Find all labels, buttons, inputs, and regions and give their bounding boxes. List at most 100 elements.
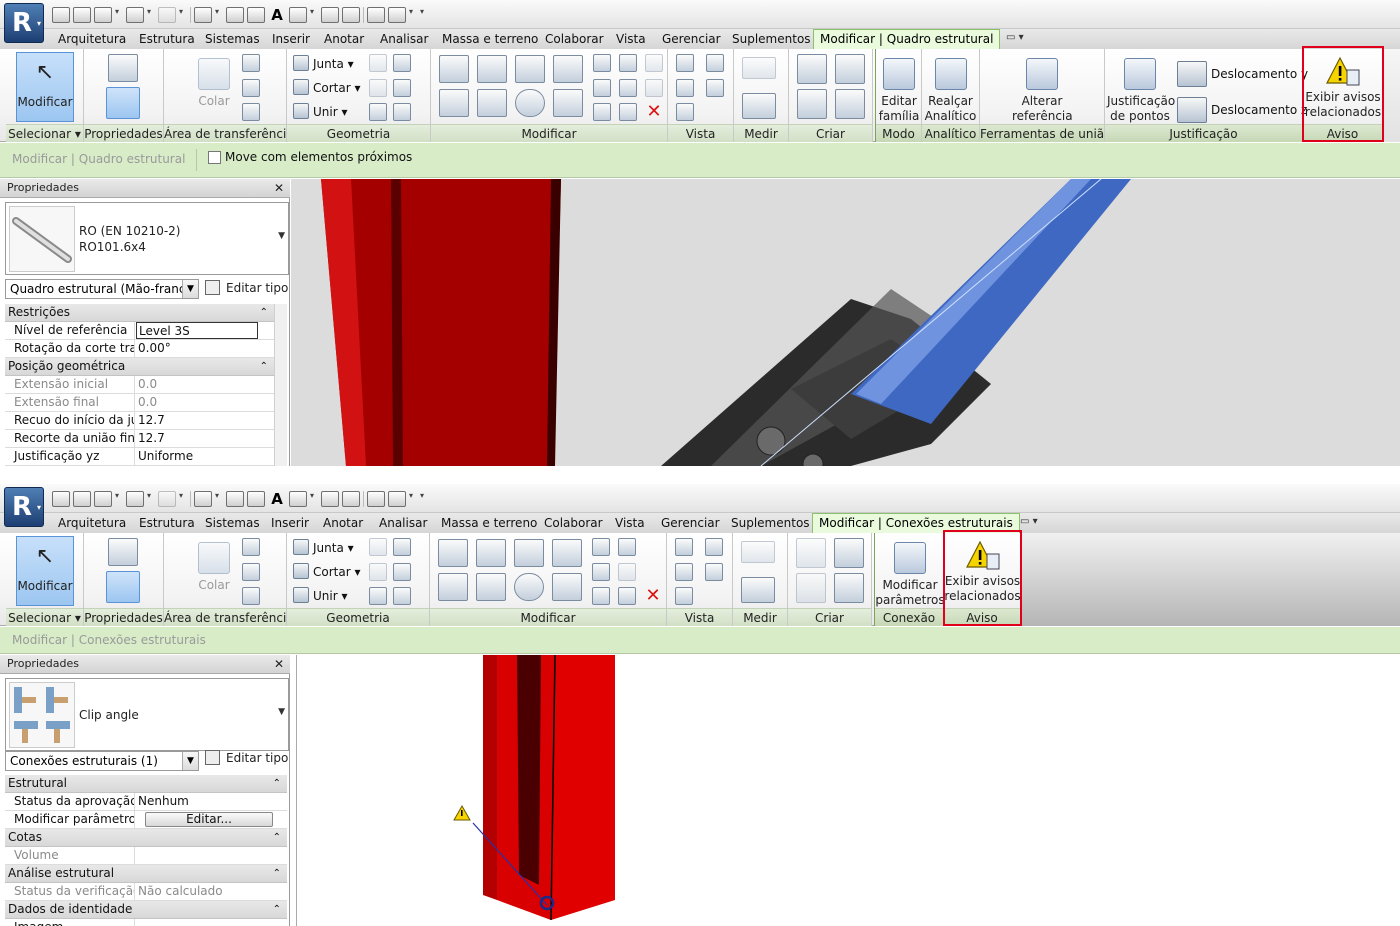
align-icon[interactable]: [438, 539, 468, 567]
close-hidden-icon[interactable]: [367, 491, 385, 507]
create-group-icon[interactable]: [796, 538, 826, 568]
customize-toolbar-icon[interactable]: ▾: [420, 491, 428, 507]
delete-icon[interactable]: ✕: [645, 103, 663, 121]
hide-element-icon[interactable]: [675, 587, 693, 605]
junta-button[interactable]: Junta ▾: [293, 539, 354, 556]
aligned-dimension-tool-icon[interactable]: [741, 577, 775, 603]
demolish-icon[interactable]: [369, 563, 387, 581]
3d-view-icon[interactable]: [289, 7, 307, 23]
tab-inserir[interactable]: Inserir: [272, 31, 310, 49]
tab-vista[interactable]: Vista: [616, 31, 646, 49]
application-menu-button[interactable]: R ▾: [4, 3, 44, 43]
tab-anotar[interactable]: Anotar: [324, 31, 364, 49]
hammer-icon[interactable]: [393, 587, 411, 605]
unir-button[interactable]: Unir ▾: [293, 587, 348, 604]
z-offset-button[interactable]: Deslocamento z: [1177, 97, 1307, 123]
application-menu-button[interactable]: R ▾: [4, 487, 44, 527]
3d-view-dropdown-icon[interactable]: ▾: [310, 491, 318, 507]
sync-dropdown-icon[interactable]: ▾: [115, 491, 123, 507]
create-assembly-icon[interactable]: [835, 89, 865, 119]
delete-icon[interactable]: ✕: [644, 587, 662, 605]
align-icon[interactable]: [439, 55, 469, 83]
3d-view-icon[interactable]: [289, 491, 307, 507]
override-graphics-icon[interactable]: [706, 54, 724, 72]
tab-gerenciar[interactable]: Gerenciar: [662, 31, 721, 49]
modify-parameters-button[interactable]: Modificar parâmetros: [875, 536, 945, 607]
tab-colaborar[interactable]: Colaborar: [545, 31, 604, 49]
split-face-icon[interactable]: [393, 538, 411, 556]
tab-arquitetura[interactable]: Arquitetura: [58, 31, 126, 49]
panel-label-selecionar[interactable]: Selecionar ▾: [6, 608, 83, 626]
undo-icon[interactable]: [126, 7, 144, 23]
drawing-viewport[interactable]: [291, 179, 1400, 466]
close-hidden-icon[interactable]: [367, 7, 385, 23]
trim-extend-icon[interactable]: [553, 89, 583, 117]
copy-element-icon[interactable]: [476, 573, 506, 601]
hammer-icon[interactable]: [393, 103, 411, 121]
properties-palette-icon[interactable]: [106, 571, 140, 603]
section-icon[interactable]: [321, 7, 339, 23]
text-icon[interactable]: A: [268, 491, 286, 507]
tab-anotar[interactable]: Anotar: [323, 515, 363, 533]
property-value[interactable]: Level 3S: [136, 322, 258, 339]
open-icon[interactable]: [52, 491, 70, 507]
measure-icon[interactable]: [194, 7, 212, 23]
tab-sistemas[interactable]: Sistemas: [205, 31, 260, 49]
customize-toolbar-icon[interactable]: ▾: [420, 7, 428, 23]
offset-icon[interactable]: [477, 55, 507, 83]
measure-icon[interactable]: [194, 491, 212, 507]
collapse-chevron-icon[interactable]: ⌃: [260, 358, 268, 375]
modify-button[interactable]: ↖ Modificar: [16, 52, 74, 122]
edit-type-button[interactable]: Editar tipo: [205, 748, 288, 768]
pin-icon[interactable]: [619, 103, 637, 121]
tab-suplementos[interactable]: Suplementos: [732, 31, 811, 49]
property-section-header[interactable]: Posição geométrica ⌃: [5, 358, 274, 376]
type-selector[interactable]: RO (EN 10210-2) RO101.6x4 ▼: [5, 202, 289, 275]
save-icon[interactable]: [73, 7, 91, 23]
override-filter-icon[interactable]: [706, 79, 724, 97]
thin-lines-icon[interactable]: [342, 7, 360, 23]
thin-lines-icon[interactable]: [342, 491, 360, 507]
collapse-chevron-icon[interactable]: ⌃: [273, 775, 281, 792]
array-icon[interactable]: [593, 79, 611, 97]
paste-button[interactable]: Colar: [194, 536, 234, 606]
change-reference-button[interactable]: Alterar referência: [1012, 52, 1073, 123]
wall-joins-icon[interactable]: [369, 538, 387, 556]
tab-gerenciar[interactable]: Gerenciar: [661, 515, 720, 533]
redo-icon[interactable]: [158, 491, 176, 507]
tab-sistemas[interactable]: Sistemas: [205, 515, 260, 533]
paint-icon[interactable]: [393, 79, 411, 97]
create-parts-icon[interactable]: [796, 573, 826, 603]
match-properties-icon[interactable]: [242, 587, 260, 605]
measure-dropdown-icon[interactable]: ▾: [215, 491, 223, 507]
property-section-header[interactable]: Dados de identidade ⌃: [5, 901, 287, 919]
3d-view-dropdown-icon[interactable]: ▾: [310, 7, 318, 23]
panel-label-selecionar[interactable]: Selecionar ▾: [6, 124, 83, 142]
collapse-chevron-icon[interactable]: ⌃: [273, 829, 281, 846]
cortar-button[interactable]: Cortar ▾: [293, 563, 361, 580]
create-similar-icon[interactable]: [834, 538, 864, 568]
measure-distance-icon[interactable]: [742, 57, 776, 79]
unpin-icon[interactable]: [645, 54, 663, 72]
create-parts-icon[interactable]: [797, 89, 827, 119]
tab-analisar[interactable]: Analisar: [380, 31, 428, 49]
collapse-chevron-icon[interactable]: ⌃: [273, 901, 281, 918]
split-element-icon[interactable]: [592, 538, 610, 556]
type-properties-icon[interactable]: [108, 538, 138, 566]
split-gap-icon[interactable]: [618, 538, 636, 556]
tab-analisar[interactable]: Analisar: [379, 515, 427, 533]
copy-icon[interactable]: [242, 79, 260, 97]
close-icon[interactable]: ✕: [274, 655, 284, 673]
scale-icon[interactable]: [618, 563, 636, 581]
hide-element-icon[interactable]: [676, 103, 694, 121]
properties-scrollbar[interactable]: [274, 304, 287, 466]
rotate-icon[interactable]: [514, 573, 544, 601]
highlight-analytical-button[interactable]: Realçar Analítico: [922, 52, 979, 123]
measure-distance-icon[interactable]: [741, 541, 775, 563]
switch-windows-dropdown-icon[interactable]: ▾: [409, 491, 417, 507]
copy-element-icon[interactable]: [477, 89, 507, 117]
open-icon[interactable]: [52, 7, 70, 23]
pin-icon[interactable]: [618, 587, 636, 605]
ribbon-minimize-toggle[interactable]: ▭ ▾: [1006, 32, 1024, 43]
redo-dropdown-icon[interactable]: ▾: [179, 7, 187, 23]
